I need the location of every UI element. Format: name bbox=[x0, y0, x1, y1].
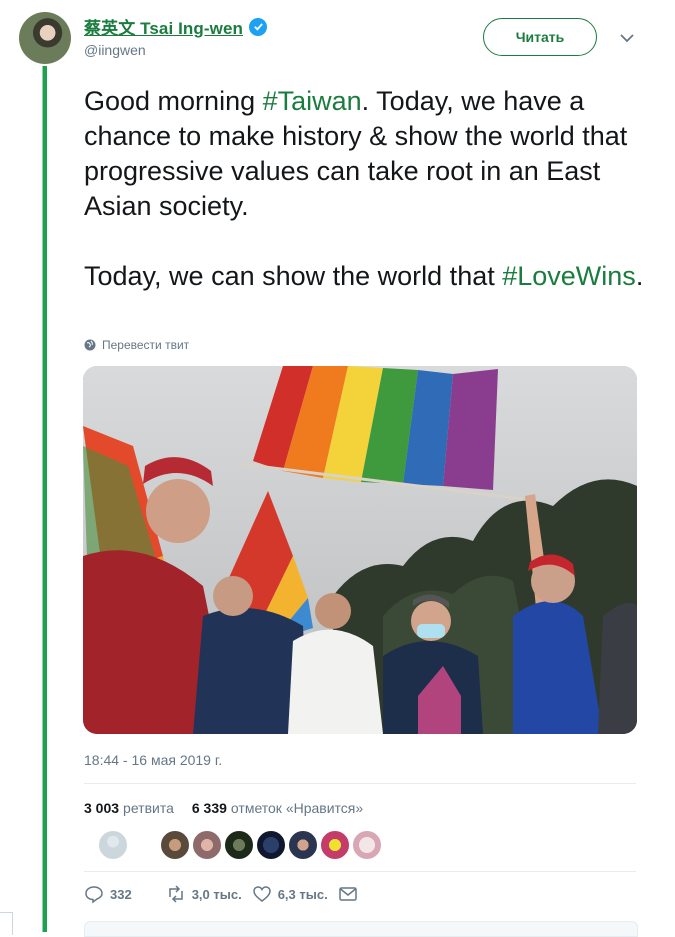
globe-icon bbox=[84, 339, 96, 351]
heart-icon bbox=[252, 886, 271, 902]
hashtag-link-lovewins[interactable]: #LoveWins bbox=[502, 261, 636, 291]
tweet-text: Good morning #Taiwan. Today, we have a c… bbox=[84, 84, 644, 294]
reply-action[interactable]: 332 bbox=[84, 884, 132, 904]
tweet-timestamp[interactable]: 18:44 - 16 мая 2019 г. bbox=[84, 752, 222, 768]
retweets-label: ретвита bbox=[123, 800, 174, 816]
liked-by-avatars bbox=[84, 826, 636, 866]
author-name-row[interactable]: 蔡英文 Tsai Ing-wen bbox=[84, 14, 268, 39]
user-handle[interactable]: @iingwen bbox=[84, 42, 146, 58]
liker-avatar[interactable] bbox=[192, 830, 222, 860]
verified-badge-icon bbox=[249, 17, 268, 36]
tweet-stats: 3 003 ретвита 6 339 отметок «Нравится» bbox=[84, 800, 363, 816]
display-name[interactable]: 蔡英文 Tsai Ing-wen bbox=[84, 14, 243, 39]
envelope-icon bbox=[338, 887, 357, 901]
thread-line bbox=[42, 66, 47, 932]
liker-avatar[interactable] bbox=[320, 830, 350, 860]
pride-march-photo bbox=[83, 366, 637, 734]
reply-composer[interactable] bbox=[84, 921, 638, 937]
direct-message-action[interactable] bbox=[338, 884, 358, 904]
retweet-action[interactable]: 3,0 тыс. bbox=[166, 884, 242, 904]
tweet-actions: 332 3,0 тыс. 6,3 тыс. bbox=[84, 884, 358, 904]
reply-icon bbox=[85, 886, 103, 904]
likes-label: отметок «Нравится» bbox=[230, 800, 364, 816]
liker-avatar[interactable] bbox=[288, 830, 318, 860]
avatar[interactable] bbox=[19, 12, 71, 64]
divider bbox=[84, 783, 636, 784]
default-avatar[interactable] bbox=[98, 830, 128, 860]
chevron-down-icon[interactable] bbox=[619, 30, 635, 46]
likes-stat[interactable]: 6 339 отметок «Нравится» bbox=[192, 800, 363, 816]
translate-label: Перевести твит bbox=[102, 338, 190, 352]
liker-avatar[interactable] bbox=[160, 830, 190, 860]
hashtag-link-taiwan[interactable]: #Taiwan bbox=[263, 86, 362, 116]
translate-tweet-link[interactable]: Перевести твит bbox=[84, 338, 189, 352]
text-segment: . bbox=[635, 261, 644, 291]
text-segment: Today, we can show the world that bbox=[84, 261, 503, 291]
retweets-stat[interactable]: 3 003 ретвита bbox=[84, 800, 174, 816]
like-count: 6,3 тыс. bbox=[277, 886, 328, 902]
reply-count: 332 bbox=[110, 886, 132, 902]
tweet-photo[interactable] bbox=[83, 366, 637, 734]
retweets-count: 3 003 bbox=[84, 800, 120, 816]
follow-button[interactable]: Читать bbox=[483, 18, 597, 56]
liker-avatar[interactable] bbox=[256, 830, 286, 860]
text-segment: Good morning bbox=[84, 86, 263, 116]
like-action[interactable]: 6,3 тыс. bbox=[252, 884, 328, 904]
retweet-count: 3,0 тыс. bbox=[191, 886, 242, 902]
retweet-icon bbox=[168, 885, 183, 903]
liker-avatar[interactable] bbox=[224, 830, 254, 860]
liker-avatar[interactable] bbox=[352, 830, 382, 860]
divider bbox=[84, 871, 636, 872]
likes-count: 6 339 bbox=[191, 800, 227, 816]
tweet-paragraph-1: Good morning #Taiwan. Today, we have a c… bbox=[84, 84, 644, 224]
tweet-paragraph-2: Today, we can show the world that #LoveW… bbox=[84, 259, 644, 294]
